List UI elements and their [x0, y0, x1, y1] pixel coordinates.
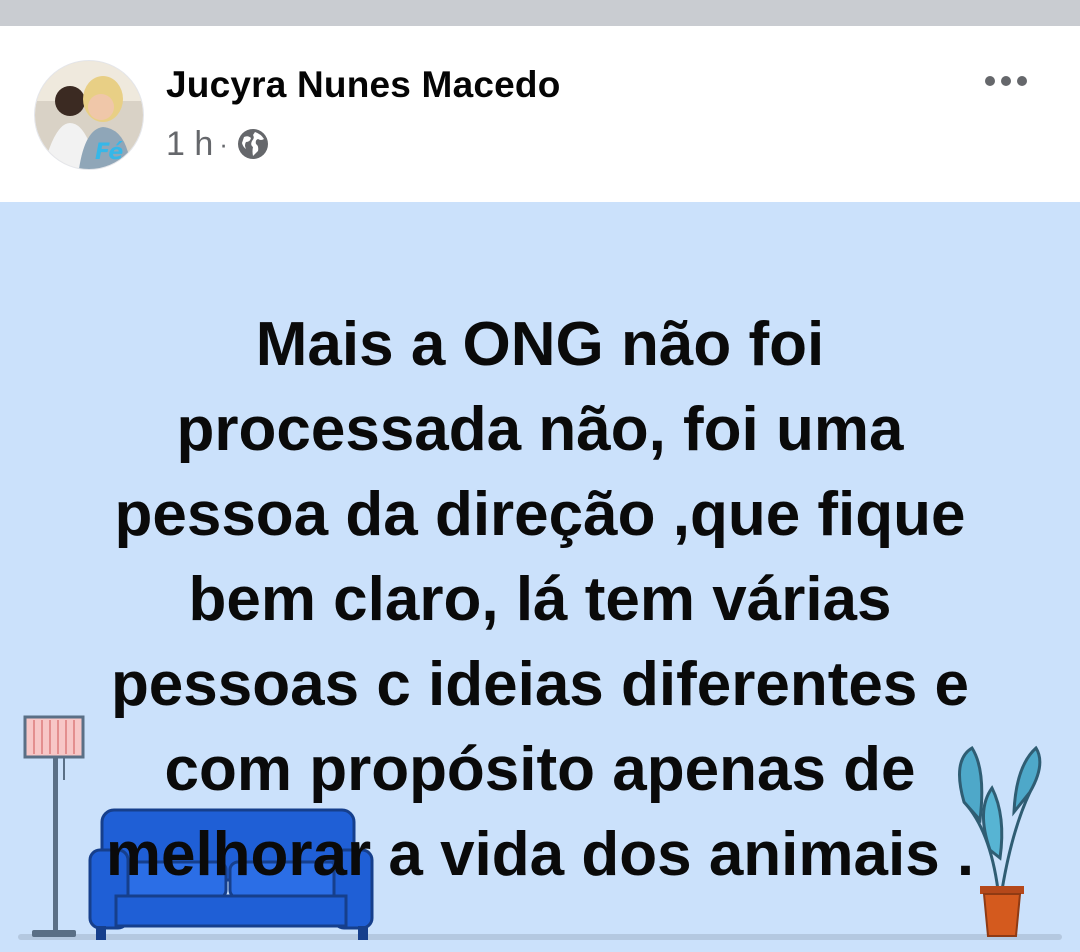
post-text: Mais a ONG não foi processada não, foi u… [105, 310, 975, 889]
author-avatar[interactable]: Fé [34, 60, 144, 170]
avatar-photo: Fé [35, 61, 143, 169]
potted-plant-illustration [958, 745, 1042, 937]
post-header: Fé Jucyra Nunes Macedo 1 h · [0, 26, 1080, 202]
post-options-button[interactable] [982, 66, 1032, 96]
top-divider-strip [0, 0, 1080, 26]
more-horizontal-icon [985, 76, 1027, 86]
globe-icon [237, 129, 268, 159]
svg-text:Fé: Fé [95, 140, 123, 165]
post-meta: 1 h · [166, 124, 270, 164]
post-background: Mais a ONG não foi processada não, foi u… [0, 202, 1080, 952]
post-timestamp[interactable]: 1 h [166, 125, 213, 164]
meta-separator: · [219, 128, 228, 159]
author-name[interactable]: Jucyra Nunes Macedo [166, 64, 561, 106]
